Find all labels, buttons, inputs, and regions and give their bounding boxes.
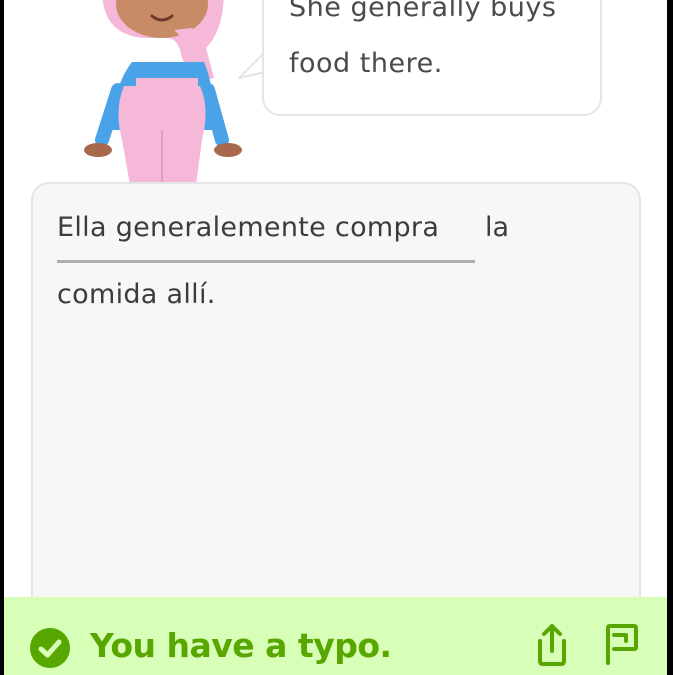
answer-text-line2: comida allí. [57, 279, 216, 310]
character-illustration [84, 0, 242, 185]
speech-bubble: She generally buys food there. [262, 0, 602, 116]
lesson-screen: She generally buys food there. Ella gene… [4, 0, 667, 675]
flag-icon[interactable] [600, 623, 640, 665]
feedback-bar: You have a typo. [4, 597, 667, 675]
prompt-text-line2: food there. [289, 48, 443, 79]
check-circle-icon [30, 628, 70, 668]
feedback-title: You have a typo. [90, 626, 392, 665]
answer-input[interactable]: Ella generalemente compra [57, 212, 475, 263]
share-icon[interactable] [532, 621, 572, 667]
answer-text-after: la [485, 212, 510, 243]
prompt-text-line1: She generally buys [289, 0, 557, 23]
